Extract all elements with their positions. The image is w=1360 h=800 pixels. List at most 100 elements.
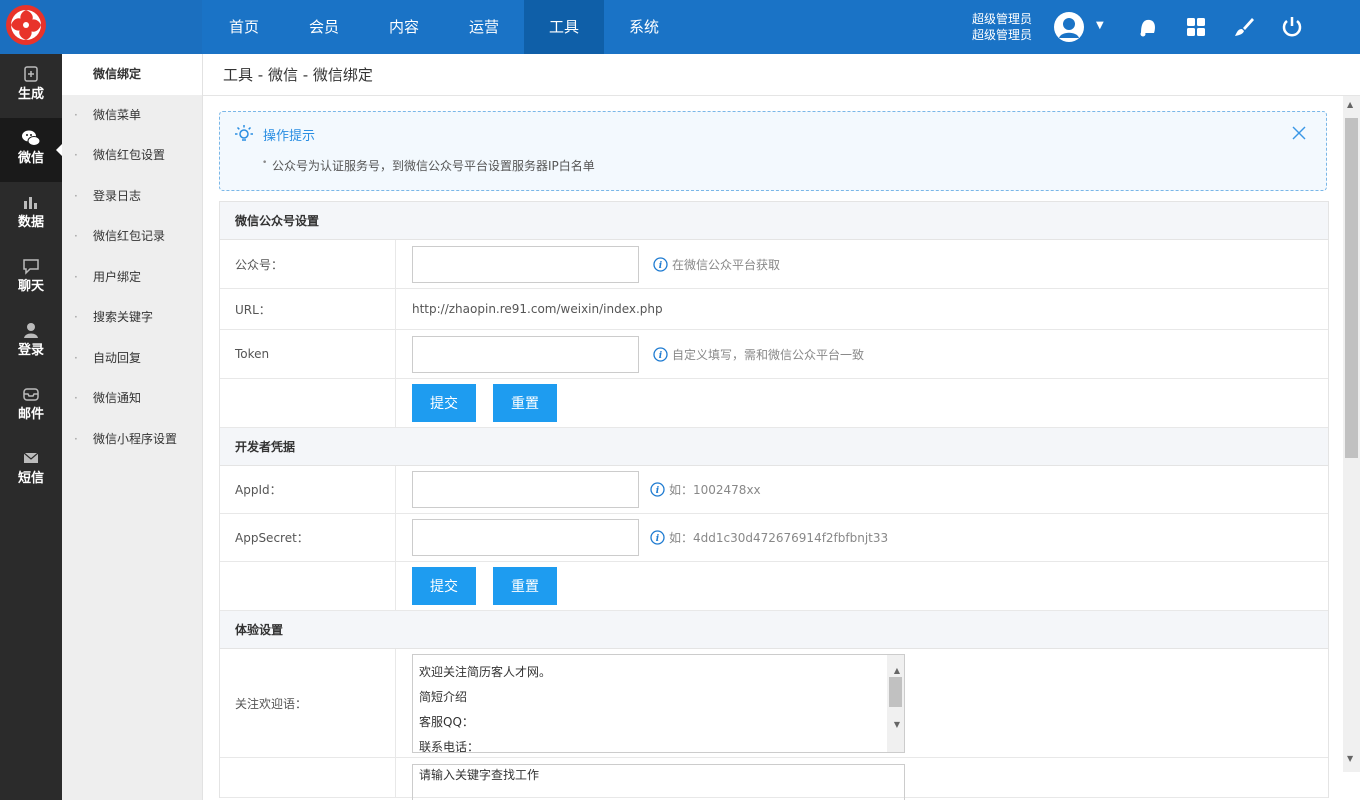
info-icon: i: [650, 482, 665, 497]
hint-text: 如：4dd1c30d472676914f2fbfbnjt33: [669, 531, 889, 545]
rail-item-wechat[interactable]: 微信: [0, 118, 62, 182]
hint-text: 在微信公众平台获取: [672, 257, 781, 272]
welcome-textarea[interactable]: 欢迎关注简历客人才网。 简短介绍 客服QQ： 联系电话： ▲ ▼: [412, 653, 905, 753]
textarea-line: 请输入关键字查找工作: [419, 768, 540, 782]
section-title: 微信公众号设置: [220, 202, 1328, 240]
svg-text:i: i: [656, 534, 660, 544]
rail-item-chat[interactable]: 聊天: [0, 246, 62, 310]
user-name-line1: 超级管理员: [972, 12, 1033, 26]
rail-label: 聊天: [17, 279, 44, 294]
arrow-down-icon[interactable]: ▼: [894, 712, 900, 737]
field-label: 关注欢迎语：: [220, 649, 396, 757]
submit-button[interactable]: 提交: [412, 384, 476, 422]
arrow-down-icon[interactable]: ▼: [1347, 754, 1353, 763]
textarea-scroll-thumb[interactable]: [889, 676, 902, 707]
field-value: 提交 重置: [396, 379, 1328, 427]
form-row-actions: 提交 重置: [220, 562, 1328, 611]
tip-box: 操作提示 公众号为认证服务号，到微信公众号平台设置服务器IP白名单: [219, 111, 1327, 191]
generate-icon: [24, 66, 38, 82]
account-input[interactable]: [412, 245, 639, 283]
info-icon: i: [653, 346, 668, 362]
nav-home[interactable]: 首页: [204, 0, 284, 54]
lightbulb-icon: [235, 125, 253, 141]
nav-tools[interactable]: 工具: [524, 0, 604, 54]
logo-icon[interactable]: [4, 3, 48, 47]
form-row-account: 公众号： i 在微信公众平台获取: [220, 240, 1328, 289]
main-content: 工具 - 微信 - 微信绑定 操作提示 公众号为认证服务号，到微信公众号平台设置…: [203, 54, 1360, 800]
chevron-down-icon[interactable]: ▼: [1096, 20, 1104, 31]
textarea-scrollbar[interactable]: ▲ ▼: [887, 654, 904, 752]
field-label: AppSecret：: [220, 514, 396, 561]
rail-label: 生成: [17, 87, 44, 102]
field-label: [220, 379, 396, 427]
page-scrollbar[interactable]: ▲ ▼: [1343, 96, 1360, 772]
field-value: i 如：4dd1c30d472676914f2fbfbnjt33: [396, 514, 1328, 561]
hint-text: 如：1002478xx: [669, 483, 761, 497]
info-icon: i: [653, 256, 668, 272]
rail-item-generate[interactable]: 生成: [0, 54, 62, 118]
field-value: 提交 重置: [396, 562, 1328, 610]
appsecret-input[interactable]: [412, 519, 639, 556]
icon-rail: 生成 微信 数据 聊天 登录 邮件 短信: [0, 54, 62, 800]
field-label: 公众号：: [220, 240, 396, 288]
submenu-item-search-keywords[interactable]: 搜索关键字: [62, 297, 202, 338]
rail-item-sms[interactable]: 短信: [0, 438, 62, 502]
section-title: 开发者凭据: [220, 428, 1328, 466]
bell-icon[interactable]: [1136, 15, 1160, 39]
submenu-item-wechat-bind[interactable]: 微信绑定: [62, 54, 202, 95]
submenu-item-login-log[interactable]: 登录日志: [62, 176, 202, 217]
submenu-item-redpacket-records[interactable]: 微信红包记录: [62, 216, 202, 257]
nav-system[interactable]: 系统: [604, 0, 684, 54]
rail-label: 邮件: [17, 407, 44, 422]
brush-icon[interactable]: [1232, 15, 1256, 39]
field-value: i 在微信公众平台获取: [396, 240, 1328, 288]
user-name-line2: 超级管理员: [972, 28, 1033, 42]
rail-label: 微信: [17, 151, 44, 166]
token-input[interactable]: [412, 335, 639, 373]
avatar-icon[interactable]: [1053, 11, 1085, 43]
sub-menu: 微信绑定 微信菜单 微信红包设置 登录日志 微信红包记录 用户绑定 搜索关键字 …: [62, 54, 203, 800]
keyword-textarea[interactable]: 请输入关键字查找工作: [412, 764, 905, 800]
submenu-item-wechat-notice[interactable]: 微信通知: [62, 378, 202, 419]
field-label: URL：: [220, 289, 396, 329]
reset-button[interactable]: 重置: [493, 567, 557, 605]
field-value: 请输入关键字查找工作: [396, 758, 1328, 800]
submit-button[interactable]: 提交: [412, 567, 476, 605]
submenu-item-miniprogram[interactable]: 微信小程序设置: [62, 419, 202, 460]
section-title: 体验设置: [220, 611, 1328, 649]
chart-icon: [24, 197, 37, 209]
nav-member[interactable]: 会员: [284, 0, 364, 54]
chat-icon: [23, 259, 39, 275]
submenu-item-redpacket-settings[interactable]: 微信红包设置: [62, 135, 202, 176]
apps-icon[interactable]: [1184, 15, 1208, 39]
field-label: Token: [220, 330, 396, 378]
settings-form: 微信公众号设置 公众号： i 在微信公众平台获取 URL： http://zha…: [219, 201, 1329, 800]
field-value: 欢迎关注简历客人才网。 简短介绍 客服QQ： 联系电话： ▲ ▼: [396, 649, 1328, 757]
close-icon[interactable]: [1292, 126, 1306, 140]
form-row-appid: AppId： i 如：1002478xx: [220, 466, 1328, 514]
appid-input[interactable]: [412, 471, 639, 508]
form-row-next: 请输入关键字查找工作: [220, 758, 1328, 800]
rail-item-login[interactable]: 登录: [0, 310, 62, 374]
form-row-actions: 提交 重置: [220, 379, 1328, 428]
reset-button[interactable]: 重置: [493, 384, 557, 422]
textarea-line: 欢迎关注简历客人才网。: [419, 664, 552, 679]
field-hint: i 自定义填写，需和微信公众平台一致: [653, 346, 864, 363]
nav-content[interactable]: 内容: [364, 0, 444, 54]
submenu-item-wechat-menu[interactable]: 微信菜单: [62, 95, 202, 136]
form-row-url: URL： http://zhaopin.re91.com/weixin/inde…: [220, 289, 1328, 330]
arrow-up-icon[interactable]: ▲: [1347, 100, 1353, 109]
textarea-line: 简短介绍: [419, 689, 468, 704]
submenu-item-auto-reply[interactable]: 自动回复: [62, 338, 202, 379]
nav-operation[interactable]: 运营: [444, 0, 524, 54]
rail-item-data[interactable]: 数据: [0, 182, 62, 246]
rail-item-mail[interactable]: 邮件: [0, 374, 62, 438]
top-bar: 首页 会员 内容 运营 工具 系统 超级管理员 超级管理员 ▼: [0, 0, 1360, 54]
info-icon: i: [650, 530, 665, 545]
submenu-item-user-bind[interactable]: 用户绑定: [62, 257, 202, 298]
breadcrumb: 工具 - 微信 - 微信绑定: [203, 54, 1360, 96]
user-name[interactable]: 超级管理员 超级管理员: [972, 11, 1032, 43]
power-icon[interactable]: [1280, 15, 1304, 39]
tip-text: 公众号为认证服务号，到微信公众号平台设置服务器IP白名单: [262, 157, 595, 174]
page-scroll-thumb[interactable]: [1345, 118, 1358, 458]
